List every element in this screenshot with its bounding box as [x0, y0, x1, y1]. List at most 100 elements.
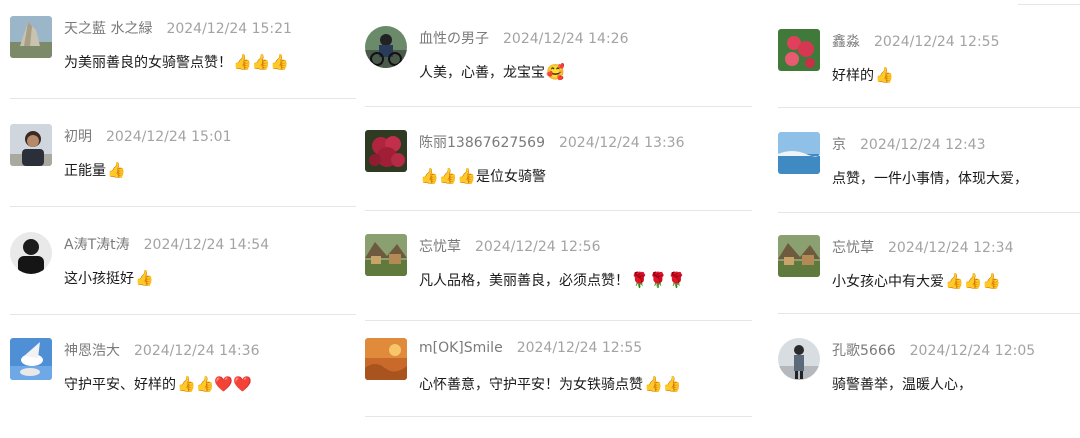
thumbs-up-icon: 👍👍👍 [945, 272, 1002, 290]
timestamp: 2024/12/24 12:43 [860, 137, 986, 153]
seaside-avatar[interactable] [778, 132, 820, 174]
divider [10, 98, 356, 99]
sunset-avatar[interactable] [365, 338, 407, 380]
comment-text: 为美丽善良的女骑警点赞！👍👍👍 [64, 52, 289, 72]
smiling-face-icon: 🥰 [546, 63, 565, 81]
comment-body: 点赞，一件小事情，体现大爱， [832, 171, 1028, 187]
comment-item: 天之藍 水之緑 2024/12/24 15:21 为美丽善良的女骑警点赞！👍👍👍 [10, 16, 356, 116]
thumbs-up-icon: 👍 [107, 161, 126, 179]
comment-body: 正能量 [64, 163, 106, 179]
comment-meta: 忘忧草 2024/12/24 12:56 [419, 236, 601, 256]
thumbs-up-heart-icons: 👍👍❤️❤️ [177, 375, 252, 393]
timestamp: 2024/12/24 12:55 [874, 34, 1000, 50]
timestamp: 2024/12/24 12:05 [909, 343, 1036, 359]
comment-text: 凡人品格，美丽善良，必须点赞！🌹🌹🌹 [419, 270, 686, 290]
username[interactable]: 血性の男子 [419, 31, 489, 47]
divider [1018, 4, 1080, 5]
comment-item: 陈丽13867627569 2024/12/24 13:36 👍👍👍是位女骑警 [365, 130, 752, 230]
username[interactable]: 天之藍 水之緑 [64, 21, 152, 37]
comment-item: m[OK]Smile 2024/12/24 12:55 心怀善意，守护平安！为女铁… [365, 338, 752, 438]
comment-meta: 鑫淼 2024/12/24 12:55 [832, 31, 1000, 51]
divider [365, 106, 752, 107]
comment-item: 神恩浩大 2024/12/24 14:36 守护平安、好样的👍👍❤️❤️ [10, 338, 356, 438]
comment-text: 这小孩挺好👍 [64, 268, 154, 288]
comment-item: 孔歌5666 2024/12/24 12:05 骑警善举，温暖人心， [778, 338, 1080, 438]
comment-text: 好样的👍 [832, 65, 894, 85]
comment-text: 点赞，一件小事情，体现大爱， [832, 168, 1028, 188]
username[interactable]: 忘忧草 [832, 240, 874, 256]
comment-meta: 血性の男子 2024/12/24 14:26 [419, 28, 629, 48]
landscape-avatar[interactable] [10, 16, 52, 58]
timestamp: 2024/12/24 13:36 [558, 135, 685, 151]
comment-item: 初明 2024/12/24 15:01 正能量👍 [10, 124, 356, 224]
thumbs-up-icon: 👍 [135, 269, 154, 287]
red-flower-avatar[interactable] [778, 29, 820, 71]
dark-person-avatar[interactable] [10, 232, 52, 274]
standing-person-avatar[interactable] [778, 338, 820, 380]
comment-text: 心怀善意，守护平安！为女铁骑点赞👍👍 [419, 374, 681, 394]
comment-meta: 神恩浩大 2024/12/24 14:36 [64, 340, 260, 360]
comment-text: 👍👍👍是位女骑警 [419, 166, 546, 186]
comment-item: A涛T涛t涛 2024/12/24 14:54 这小孩挺好👍 [10, 232, 356, 332]
divider [10, 206, 356, 207]
username[interactable]: m[OK]Smile [419, 340, 503, 356]
username[interactable]: 忘忧草 [419, 239, 461, 255]
username[interactable]: 鑫淼 [832, 34, 860, 50]
comment-column-3: 鑫淼 2024/12/24 12:55 好样的👍 京 2024/12/24 12:4… [778, 0, 1080, 427]
village-avatar[interactable] [365, 234, 407, 276]
comment-meta: A涛T涛t涛 2024/12/24 14:54 [64, 234, 269, 254]
divider [778, 107, 1080, 108]
username[interactable]: A涛T涛t涛 [64, 237, 130, 253]
thumbs-up-icon: 👍👍👍 [233, 53, 290, 71]
comment-body: 为美丽善良的女骑警点赞！ [64, 55, 232, 71]
comment-body: 守护平安、好样的 [64, 377, 176, 393]
divider [778, 313, 1080, 314]
timestamp: 2024/12/24 12:55 [516, 340, 643, 356]
timestamp: 2024/12/24 15:21 [166, 21, 292, 37]
comment-item: 忘忧草 2024/12/24 12:56 凡人品格，美丽善良，必须点赞！🌹🌹🌹 [365, 234, 752, 334]
flower-avatar[interactable] [365, 130, 407, 172]
village-avatar[interactable] [778, 235, 820, 277]
comment-text: 小女孩心中有大爱👍👍👍 [832, 271, 1001, 291]
divider [365, 210, 752, 211]
timestamp: 2024/12/24 12:56 [475, 239, 601, 255]
comment-meta: 天之藍 水之緑 2024/12/24 15:21 [64, 18, 292, 38]
comment-meta: 孔歌5666 2024/12/24 12:05 [832, 340, 1035, 360]
thumbs-up-icon: 👍 [875, 66, 894, 84]
username[interactable]: 神恩浩大 [64, 343, 120, 359]
rose-icon: 🌹🌹🌹 [630, 271, 687, 289]
dove-avatar[interactable] [10, 338, 52, 380]
comment-text: 守护平安、好样的👍👍❤️❤️ [64, 374, 252, 394]
comment-meta: 陈丽13867627569 2024/12/24 13:36 [419, 132, 684, 152]
comment-text: 骑警善举，温暖人心， [832, 374, 972, 394]
timestamp: 2024/12/24 14:54 [143, 237, 270, 253]
comment-body: 这小孩挺好 [64, 271, 134, 287]
comment-item: 鑫淼 2024/12/24 12:55 好样的👍 [778, 29, 1080, 129]
comment-meta: 忘忧草 2024/12/24 12:34 [832, 237, 1014, 257]
comment-item: 血性の男子 2024/12/24 14:26 人美，心善，龙宝宝🥰 [365, 26, 752, 126]
cyclist-avatar[interactable] [365, 26, 407, 68]
comment-body: 好样的 [832, 68, 874, 84]
comment-body: 是位女骑警 [476, 169, 547, 185]
comment-column-1: 天之藍 水之緑 2024/12/24 15:21 为美丽善良的女骑警点赞！👍👍👍 … [10, 0, 356, 427]
timestamp: 2024/12/24 14:26 [503, 31, 629, 47]
comment-body: 心怀善意，守护平安！为女铁骑点赞 [419, 377, 643, 393]
divider [10, 314, 356, 315]
username[interactable]: 陈丽13867627569 [419, 135, 545, 151]
timestamp: 2024/12/24 12:34 [888, 240, 1014, 256]
username[interactable]: 京 [832, 137, 846, 153]
comment-body: 骑警善举，温暖人心， [832, 377, 972, 393]
comment-meta: 初明 2024/12/24 15:01 [64, 126, 232, 146]
comment-column-2: 血性の男子 2024/12/24 14:26 人美，心善，龙宝宝🥰 陈丽13867… [365, 0, 752, 427]
comment-meta: m[OK]Smile 2024/12/24 12:55 [419, 340, 642, 356]
thumbs-up-icon: 👍👍👍 [420, 167, 477, 185]
timestamp: 2024/12/24 14:36 [134, 343, 260, 359]
person-avatar[interactable] [10, 124, 52, 166]
username[interactable]: 初明 [64, 129, 92, 145]
comment-item: 忘忧草 2024/12/24 12:34 小女孩心中有大爱👍👍👍 [778, 235, 1080, 335]
divider [365, 320, 752, 321]
username[interactable]: 孔歌5666 [832, 343, 896, 359]
timestamp: 2024/12/24 15:01 [106, 129, 232, 145]
comment-text: 正能量👍 [64, 160, 126, 180]
comment-item: 京 2024/12/24 12:43 点赞，一件小事情，体现大爱， [778, 132, 1080, 232]
